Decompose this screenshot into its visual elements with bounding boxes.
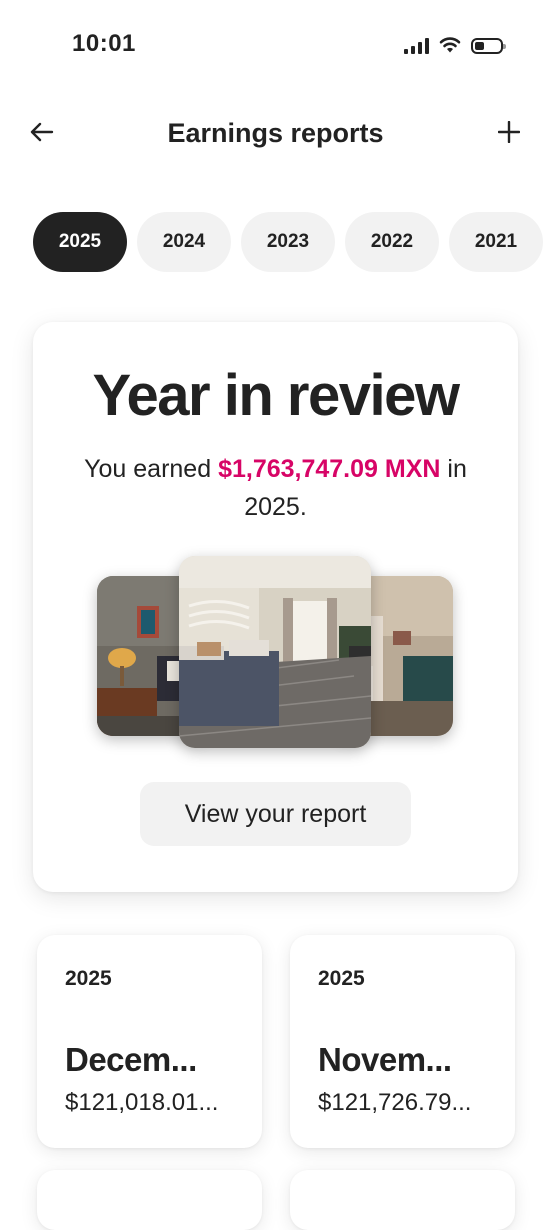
wifi-icon: [439, 37, 461, 53]
earned-amount: $1,763,747.09 MXN: [218, 455, 441, 483]
review-summary: You earned $1,763,747.09 MXN in 2025.: [53, 450, 498, 526]
year-tab-2024[interactable]: 2024: [137, 212, 231, 272]
add-button[interactable]: [487, 110, 531, 154]
listing-photo-stack: [33, 552, 518, 752]
card-amount: $121,018.01...: [65, 1089, 219, 1116]
review-text-prefix: You earned: [84, 455, 219, 483]
page-title: Earnings reports: [167, 118, 384, 148]
card-year: 2025: [318, 967, 365, 990]
month-report-card[interactable]: 2025 Novem... $121,726.79...: [290, 935, 515, 1148]
year-tab-2021[interactable]: 2021: [449, 212, 543, 272]
month-report-card-partial[interactable]: [290, 1170, 515, 1230]
card-amount: $121,726.79...: [318, 1089, 472, 1116]
year-tabs: 2025 2024 2023 2022 2021: [33, 212, 551, 274]
year-tab-2025[interactable]: 2025: [33, 212, 127, 272]
header: Earnings reports: [0, 100, 551, 170]
year-in-review-card: Year in review You earned $1,763,747.09 …: [33, 322, 518, 892]
year-tab-2022[interactable]: 2022: [345, 212, 439, 272]
month-report-card-partial[interactable]: [37, 1170, 262, 1230]
cellular-signal-icon: [404, 38, 429, 54]
card-year: 2025: [65, 967, 112, 990]
plus-icon: [498, 121, 520, 143]
status-bar: 10:01: [0, 0, 551, 90]
status-time: 10:01: [72, 30, 136, 57]
card-month: Novem...: [318, 1041, 452, 1078]
card-month: Decem...: [65, 1041, 197, 1078]
year-tab-2023[interactable]: 2023: [241, 212, 335, 272]
listing-photo-main: [179, 556, 371, 748]
status-icons: [404, 34, 506, 54]
month-report-card[interactable]: 2025 Decem... $121,018.01...: [37, 935, 262, 1148]
review-title: Year in review: [92, 363, 460, 428]
battery-icon: [471, 38, 506, 54]
view-report-button[interactable]: View your report: [140, 782, 411, 846]
